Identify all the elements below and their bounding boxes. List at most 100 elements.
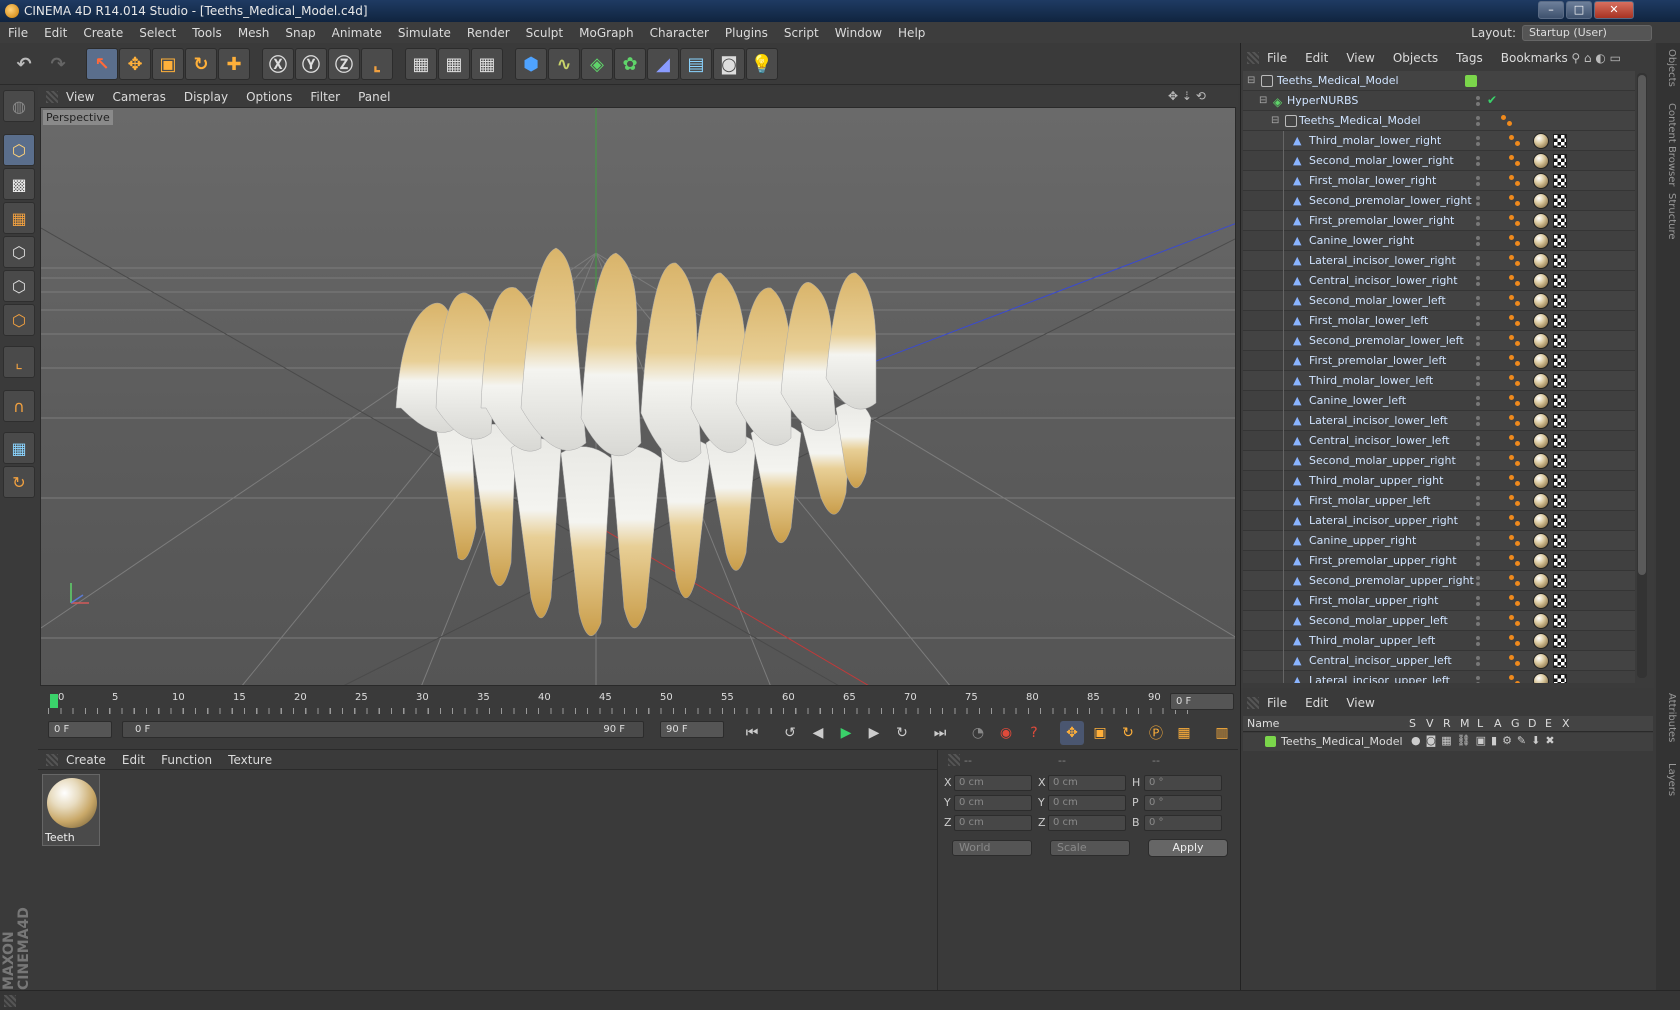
next-key-icon[interactable]: ↻ — [890, 721, 914, 745]
uvw-tag-icon[interactable] — [1553, 194, 1567, 208]
object-row-tooth[interactable]: ▲ Canine_lower_right — [1243, 231, 1635, 251]
scrollbar-thumb[interactable] — [1638, 75, 1646, 575]
visibility-dots[interactable] — [1473, 454, 1483, 468]
menu-character[interactable]: Character — [650, 26, 709, 40]
tab-layers[interactable]: Layers — [1659, 763, 1677, 796]
material-tag-icon[interactable] — [1533, 513, 1549, 529]
layer-row[interactable]: Teeths_Medical_Model ●◙▦⛓▣▮⚙✎⬇✖ — [1243, 733, 1653, 751]
object-row-tooth[interactable]: ▲ Canine_lower_left — [1243, 391, 1635, 411]
end-frame-field[interactable]: 90 F — [660, 721, 724, 738]
material-menu-create[interactable]: Create — [66, 753, 106, 767]
material-menu-function[interactable]: Function — [161, 753, 212, 767]
key-rotation-icon[interactable]: ↻ — [1116, 721, 1140, 745]
menu-snap[interactable]: Snap — [285, 26, 315, 40]
object-row-tooth[interactable]: ▲ Lateral_incisor_lower_left — [1243, 411, 1635, 431]
phong-tag-icon[interactable] — [1509, 315, 1521, 327]
visibility-dots[interactable] — [1473, 414, 1483, 428]
menu-help[interactable]: Help — [898, 26, 925, 40]
object-row-tooth[interactable]: ▲ Second_premolar_upper_right — [1243, 571, 1635, 591]
phong-tag-icon[interactable] — [1509, 215, 1521, 227]
object-row-tooth[interactable]: ▲ First_premolar_lower_left — [1243, 351, 1635, 371]
object-row-tooth[interactable]: ▲ Third_molar_upper_right — [1243, 471, 1635, 491]
menu-edit[interactable]: Edit — [44, 26, 67, 40]
close-button[interactable]: ✕ — [1594, 1, 1634, 19]
texture-mode-icon[interactable]: ▩ — [3, 168, 35, 200]
phong-tag-icon[interactable] — [1509, 655, 1521, 667]
layer-flag-icons[interactable]: ●◙▦⛓▣▮⚙✎⬇✖ — [1411, 734, 1560, 747]
layer-col-animation[interactable]: A — [1494, 717, 1502, 730]
material-tag-icon[interactable] — [1533, 473, 1549, 489]
object-row-tooth[interactable]: ▲ Lateral_incisor_lower_right — [1243, 251, 1635, 271]
material-tag-icon[interactable] — [1533, 173, 1549, 189]
material-tag-icon[interactable] — [1533, 293, 1549, 309]
object-row-tooth[interactable]: ▲ First_molar_upper_right — [1243, 591, 1635, 611]
visibility-dots[interactable] — [1473, 514, 1483, 528]
visibility-dots[interactable] — [1473, 214, 1483, 228]
phong-tag-icon[interactable] — [1501, 115, 1513, 127]
make-editable-icon[interactable]: ◍ — [3, 90, 35, 122]
apply-button[interactable]: Apply — [1148, 839, 1228, 857]
object-row-tooth[interactable]: ▲ Second_molar_lower_right — [1243, 151, 1635, 171]
key-scale-icon[interactable]: ▣ — [1088, 721, 1112, 745]
material-tag-icon[interactable] — [1533, 373, 1549, 389]
viewport-menu-panel[interactable]: Panel — [358, 90, 390, 104]
next-frame-icon[interactable]: ▶ — [862, 721, 886, 745]
y-axis-lock-icon[interactable]: Ⓨ — [295, 48, 327, 80]
phong-tag-icon[interactable] — [1509, 155, 1521, 167]
phong-tag-icon[interactable] — [1509, 435, 1521, 447]
uvw-tag-icon[interactable] — [1553, 414, 1567, 428]
menu-animate[interactable]: Animate — [332, 26, 382, 40]
size-mode-dropdown[interactable]: Scale — [1050, 840, 1130, 856]
object-row-group[interactable]: ⊟ Teeths_Medical_Model — [1243, 111, 1635, 131]
floor-scene-icon[interactable]: ▤ — [680, 48, 712, 80]
layer-color-swatch[interactable] — [1465, 75, 1477, 87]
material-tag-icon[interactable] — [1533, 413, 1549, 429]
points-mode-icon[interactable]: ⬡ — [3, 236, 35, 268]
object-row-tooth[interactable]: ▲ Second_premolar_lower_left — [1243, 331, 1635, 351]
previous-key-icon[interactable]: ↺ — [778, 721, 802, 745]
layers-menu-file[interactable]: File — [1267, 696, 1287, 710]
material-tag-icon[interactable] — [1533, 353, 1549, 369]
menu-plugins[interactable]: Plugins — [725, 26, 768, 40]
viewport-menu-cameras[interactable]: Cameras — [112, 90, 165, 104]
scale-tool-icon[interactable]: ▣ — [152, 48, 184, 80]
polygons-mode-icon[interactable]: ⬡ — [3, 304, 35, 336]
object-row-tooth[interactable]: ▲ First_molar_lower_left — [1243, 311, 1635, 331]
object-row-root[interactable]: ⊟ Teeths_Medical_Model — [1243, 71, 1635, 91]
scheme-icon[interactable]: ▥ — [1210, 721, 1234, 745]
phong-tag-icon[interactable] — [1509, 355, 1521, 367]
visibility-dots[interactable] — [1473, 574, 1483, 588]
uvw-tag-icon[interactable] — [1553, 554, 1567, 568]
material-tag-icon[interactable] — [1533, 253, 1549, 269]
material-tag-icon[interactable] — [1533, 213, 1549, 229]
visibility-dots[interactable] — [1473, 554, 1483, 568]
uvw-tag-icon[interactable] — [1553, 374, 1567, 388]
array-icon[interactable]: ✿ — [614, 48, 646, 80]
phong-tag-icon[interactable] — [1509, 615, 1521, 627]
material-tag-icon[interactable] — [1533, 593, 1549, 609]
axis-mode-icon[interactable]: ⌞ — [3, 346, 35, 378]
phong-tag-icon[interactable] — [1509, 635, 1521, 647]
current-frame-marker[interactable] — [50, 694, 58, 708]
layout-dropdown[interactable]: Startup (User) — [1522, 24, 1652, 41]
visibility-dots[interactable] — [1473, 394, 1483, 408]
redo-icon[interactable]: ↷ — [42, 48, 74, 80]
locked-workplane-icon[interactable]: ▦ — [3, 432, 35, 464]
start-frame-field[interactable]: 0 F — [48, 721, 112, 738]
uvw-tag-icon[interactable] — [1553, 254, 1567, 268]
layers-menu-edit[interactable]: Edit — [1305, 696, 1328, 710]
phong-tag-icon[interactable] — [1509, 575, 1521, 587]
object-row-tooth[interactable]: ▲ Second_molar_upper_right — [1243, 451, 1635, 471]
x-axis-lock-icon[interactable]: Ⓧ — [262, 48, 294, 80]
layer-col-render[interactable]: R — [1443, 717, 1451, 730]
uvw-tag-icon[interactable] — [1553, 314, 1567, 328]
uvw-tag-icon[interactable] — [1553, 614, 1567, 628]
phong-tag-icon[interactable] — [1509, 235, 1521, 247]
viewport-menu-filter[interactable]: Filter — [310, 90, 340, 104]
material-tag-icon[interactable] — [1533, 313, 1549, 329]
material-tag-icon[interactable] — [1533, 573, 1549, 589]
visibility-dots[interactable] — [1473, 274, 1483, 288]
material-tag-icon[interactable] — [1533, 273, 1549, 289]
phong-tag-icon[interactable] — [1509, 295, 1521, 307]
uvw-tag-icon[interactable] — [1553, 174, 1567, 188]
